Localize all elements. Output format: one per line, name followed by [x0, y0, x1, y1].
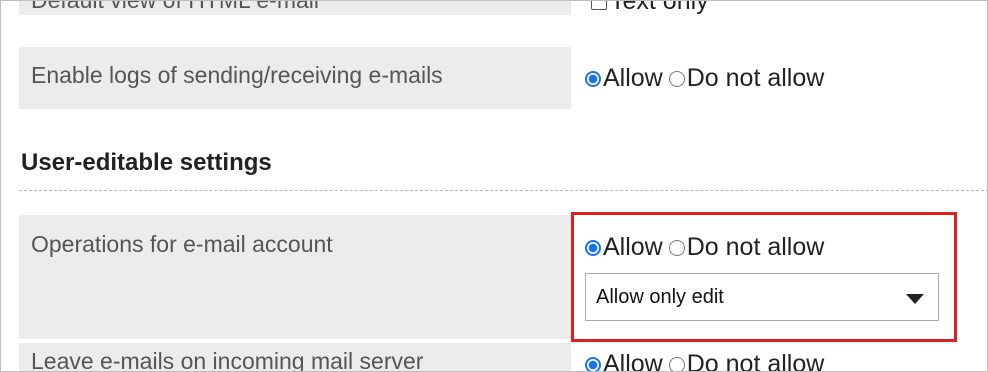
setting-label-cell: Leave e-mails on incoming mail server [19, 343, 571, 372]
setting-label: Enable logs of sending/receiving e-mails [31, 62, 443, 88]
setting-label: Default view of HTML e-mail [31, 0, 320, 13]
radio-selected-icon [585, 71, 601, 87]
text-only-checkbox[interactable] [591, 1, 607, 10]
radio-allow[interactable]: Allow [585, 64, 663, 92]
setting-row-leave-mails: Leave e-mails on incoming mail server Al… [19, 343, 987, 372]
radio-allow[interactable]: Allow [585, 350, 663, 371]
section-title: User-editable settings [21, 149, 272, 176]
setting-row-html-view: Default view of HTML e-mail Text only [19, 0, 987, 16]
radio-unselected-icon [668, 71, 685, 87]
setting-value: Text only [591, 0, 709, 16]
setting-value: Allow Do not allow [585, 350, 830, 371]
section-divider [19, 190, 987, 191]
settings-panel: Default view of HTML e-mail Text only En… [0, 0, 988, 372]
checkbox-label: Text only [610, 0, 709, 15]
setting-label: Leave e-mails on incoming mail server [31, 348, 424, 372]
radio-do-not-allow[interactable]: Do not allow [668, 64, 824, 92]
setting-row-logs: Enable logs of sending/receiving e-mails… [19, 47, 987, 109]
radio-selected-icon [585, 357, 601, 371]
radio-unselected-icon [668, 357, 685, 371]
highlight-box [571, 212, 957, 342]
setting-label-cell: Default view of HTML e-mail [19, 0, 571, 15]
radio-do-not-allow[interactable]: Do not allow [668, 350, 824, 371]
setting-value: Allow Do not allow [585, 64, 830, 93]
setting-label-cell: Operations for e-mail account [19, 215, 571, 339]
setting-label: Operations for e-mail account [31, 231, 333, 257]
setting-label-cell: Enable logs of sending/receiving e-mails [19, 47, 571, 109]
